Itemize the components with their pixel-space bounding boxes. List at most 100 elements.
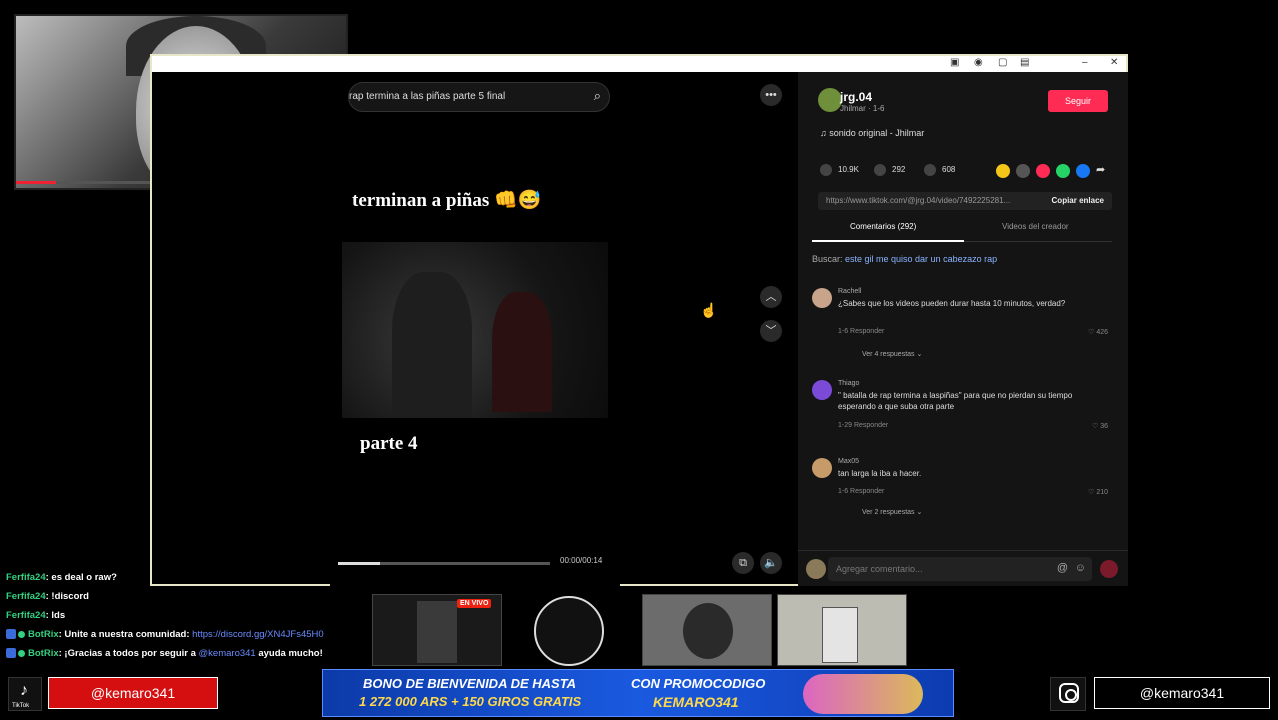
- person-silhouette: [492, 292, 552, 412]
- comment-meta[interactable]: 1-6 Responder: [838, 488, 884, 495]
- chat-message: BotRix: Unite a nuestra comunidad: https…: [6, 629, 324, 640]
- window-icon[interactable]: ▢: [998, 57, 1007, 68]
- picture-in-picture-icon[interactable]: ⧉: [732, 552, 754, 574]
- comment-author[interactable]: Rachell: [838, 288, 861, 295]
- search-icon[interactable]: ⌕: [594, 88, 601, 104]
- extension-icon-1[interactable]: ▣: [950, 57, 959, 68]
- chat-message: Ferfifa24: es deal o raw?: [6, 572, 117, 583]
- comment-text: " batalla de rap termina a laspiñas" par…: [838, 391, 1073, 411]
- video-progress-bar[interactable]: [338, 562, 550, 565]
- chat-text: : lds: [45, 610, 66, 621]
- video-link: https://www.tiktok.com/@jrg.04/video/749…: [818, 192, 1112, 210]
- comment-text: ¿Sabes que los videos pueden durar hasta…: [838, 299, 1066, 308]
- tab-comments[interactable]: Comentarios (292): [850, 222, 916, 231]
- video-player[interactable]: terminan a piñas 👊😅 parte 4 00:00/00:14: [330, 118, 620, 586]
- author-avatar[interactable]: [818, 88, 842, 112]
- live-badge: EN VIVO: [457, 599, 492, 608]
- instagram-glyph: [1059, 683, 1079, 703]
- whatsapp-icon[interactable]: [1056, 164, 1070, 178]
- mention-icon[interactable]: @: [1057, 562, 1068, 574]
- comment-avatar[interactable]: [812, 288, 832, 308]
- video-caption-bottom: parte 4: [360, 433, 418, 454]
- tiktok-handle: @kemaro341: [48, 677, 218, 709]
- send-icon[interactable]: [1100, 560, 1118, 578]
- thumb-live: EN VIVO: [372, 594, 502, 666]
- share-icon-3[interactable]: [1036, 164, 1050, 178]
- chevron-down-icon[interactable]: ﹀: [760, 320, 782, 342]
- status-dot-icon: [18, 630, 25, 638]
- comment-likes[interactable]: ♡ 426: [1088, 328, 1108, 336]
- comment-input[interactable]: Agregar comentario... @ ☺: [828, 557, 1092, 581]
- share-icon-1[interactable]: [996, 164, 1010, 178]
- minimize-button[interactable]: –: [1082, 57, 1088, 68]
- cursor-icon: ☝: [700, 302, 718, 318]
- chat-mention[interactable]: @kemaro341: [199, 648, 256, 659]
- emoji-icon[interactable]: ☺: [1075, 562, 1086, 574]
- share-arrow-icon[interactable]: ➦: [1096, 163, 1105, 176]
- chat-user: Ferfifa24: [6, 610, 46, 621]
- search-bar[interactable]: rap termina a las piñas parte 5 final ⌕: [348, 82, 610, 112]
- author-username[interactable]: jrg.04: [840, 90, 872, 104]
- comment-likes[interactable]: ♡ 210: [1088, 488, 1108, 496]
- thumb-face: [683, 603, 733, 659]
- tab-active-indicator: [812, 240, 964, 242]
- video-url[interactable]: https://www.tiktok.com/@jrg.04/video/749…: [826, 196, 1026, 205]
- eye-icon[interactable]: ◉: [974, 57, 983, 68]
- details-panel: jrg.04 Jhilmar · 1-6 Seguir ♫ sonido ori…: [798, 72, 1128, 586]
- banner-line4: KEMARO341: [653, 694, 739, 710]
- browser-window: ▣ ◉ ▢ ▤ – ✕ rap termina a las piñas part…: [150, 54, 1128, 586]
- chevron-up-icon[interactable]: ︿: [760, 286, 782, 308]
- banner-line2: 1 272 000 ARS + 150 GIROS GRATIS: [359, 694, 582, 709]
- heart-icon: [820, 164, 832, 176]
- search-suggestion[interactable]: Buscar: este gil me quiso dar un cabezaz…: [812, 254, 997, 264]
- chat-message: Ferfifa24: !discord: [6, 591, 89, 602]
- banner-decoration: [803, 674, 923, 714]
- banner-line1: BONO DE BIENVENIDA DE HASTA: [363, 676, 577, 691]
- instagram-handle: @kemaro341: [1094, 677, 1270, 709]
- chat-text: : Unite a nuestra comunidad:: [58, 629, 193, 640]
- comment-count: 292: [892, 165, 906, 175]
- sound-link[interactable]: ♫ sonido original - Jhilmar: [820, 128, 924, 138]
- save-button[interactable]: 608: [924, 164, 955, 176]
- video-progress-fill: [338, 562, 381, 565]
- thumb-preview: [417, 601, 457, 663]
- tiktok-logo: ♪ TikTok: [8, 677, 42, 711]
- my-avatar: [806, 559, 826, 579]
- thumb-logo: [534, 596, 604, 666]
- volume-icon[interactable]: 🔈: [760, 552, 782, 574]
- follow-button[interactable]: Seguir: [1048, 90, 1108, 112]
- search-input[interactable]: rap termina a las piñas parte 5 final: [349, 91, 505, 102]
- view-replies[interactable]: Ver 4 respuestas ⌄: [862, 350, 922, 358]
- like-button[interactable]: 10.9K: [820, 164, 859, 176]
- comment-likes[interactable]: ♡ 36: [1092, 422, 1108, 430]
- chat-user: Ferfifa24: [6, 572, 46, 583]
- comment-text: tan larga la iba a hacer.: [838, 469, 922, 478]
- tab-creator-videos[interactable]: Videos del creador: [1002, 222, 1069, 231]
- copy-link-button[interactable]: Copiar enlace: [1052, 196, 1104, 205]
- author-meta: Jhilmar · 1-6: [840, 104, 885, 113]
- comment-meta[interactable]: 1-6 Responder: [838, 328, 884, 335]
- share-icon-2[interactable]: [1016, 164, 1030, 178]
- comment-author[interactable]: Max05: [838, 458, 859, 465]
- close-button[interactable]: ✕: [1110, 57, 1118, 68]
- comment-composer: Agregar comentario... @ ☺: [798, 550, 1128, 586]
- status-dot-icon: [18, 649, 25, 657]
- comment-author[interactable]: Thiago: [838, 380, 859, 387]
- banner-line3: CON PROMOCODIGO: [631, 676, 766, 691]
- chat-user: Ferfifa24: [6, 591, 46, 602]
- facebook-icon[interactable]: [1076, 164, 1090, 178]
- extension-icon-2[interactable]: ▤: [1020, 57, 1029, 68]
- bot-badge-icon: [6, 648, 16, 659]
- chat-user: BotRix: [28, 629, 59, 640]
- search-suggestion-query[interactable]: este gil me quiso dar un cabezazo rap: [845, 254, 997, 264]
- comment-avatar[interactable]: [812, 458, 832, 478]
- comment-button[interactable]: 292: [874, 164, 905, 176]
- chat-text-tail: ayuda mucho!: [255, 648, 323, 659]
- person-silhouette: [392, 272, 472, 418]
- chat-link[interactable]: https://discord.gg/XN4JFs45H0: [192, 629, 323, 640]
- comment-avatar[interactable]: [812, 380, 832, 400]
- view-replies[interactable]: Ver 2 respuestas ⌄: [862, 508, 922, 516]
- browser-titlebar: ▣ ◉ ▢ ▤ – ✕: [152, 56, 1126, 72]
- comment-meta[interactable]: 1-29 Responder: [838, 422, 888, 429]
- more-options-icon[interactable]: •••: [760, 84, 782, 106]
